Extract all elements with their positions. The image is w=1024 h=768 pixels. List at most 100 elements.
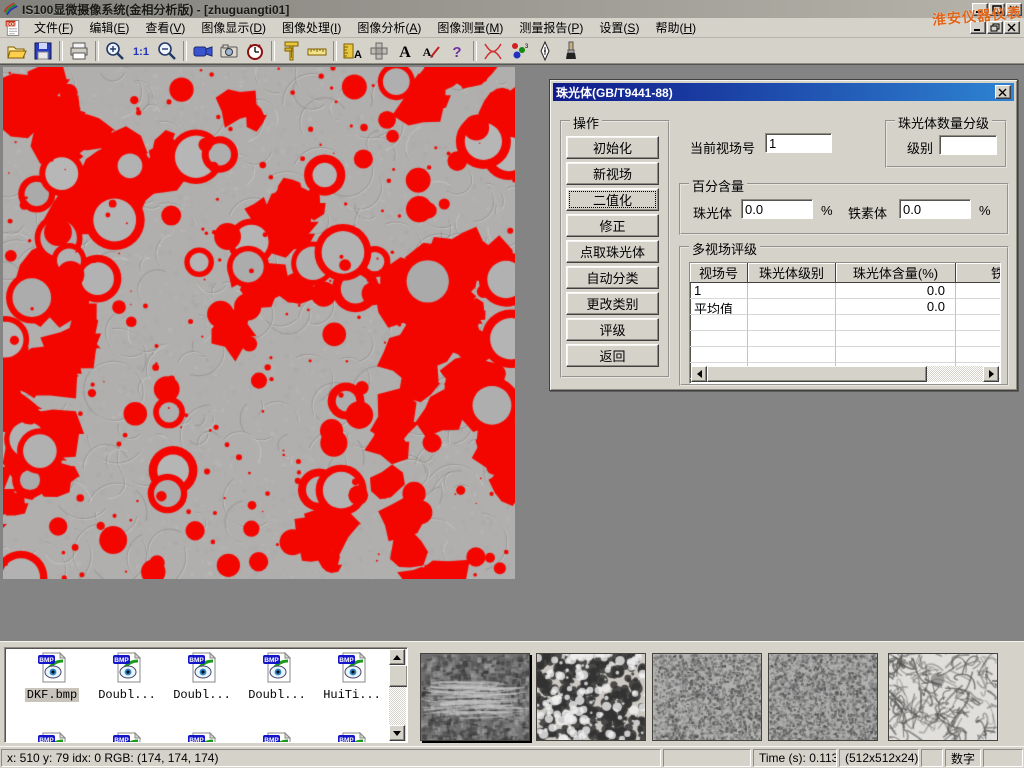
scrollbar-thumb[interactable] (389, 665, 408, 687)
app-icon (2, 1, 18, 17)
op-button-auto-classify[interactable]: 自动分类 (566, 266, 659, 289)
file-item[interactable]: BMP HuiTi... (316, 651, 388, 702)
grid-button[interactable] (366, 39, 392, 63)
menu-item-image-process[interactable]: 图像处理(I) (274, 17, 349, 38)
thumbnail-4[interactable] (768, 653, 878, 741)
open-button[interactable] (4, 39, 30, 63)
menu-item-file[interactable]: 文件(F) (26, 17, 81, 38)
menu-item-image-display[interactable]: 图像显示(D) (193, 17, 274, 38)
op-button-return[interactable]: 返回 (566, 344, 659, 367)
menu-item-settings[interactable]: 设置(S) (591, 17, 647, 38)
grade-input[interactable] (939, 135, 997, 155)
svg-text:BMP: BMP (189, 657, 204, 664)
file-name: Doubl... (171, 688, 233, 702)
menu-item-view[interactable]: 查看(V) (137, 17, 193, 38)
zoom-in-button[interactable] (102, 39, 128, 63)
text-button[interactable]: A (392, 39, 418, 63)
column-header[interactable]: 铁素体 (956, 263, 1001, 283)
table-row[interactable] (690, 331, 1000, 347)
op-button-new-field[interactable]: 新视场 (566, 162, 659, 185)
op-button-pick-pearlite[interactable]: 点取珠光体 (566, 240, 659, 263)
bmp-file-icon: BMP (36, 651, 69, 684)
file-item[interactable]: BMP (91, 731, 163, 743)
op-button-change-category[interactable]: 更改类别 (566, 292, 659, 315)
file-item[interactable]: BMP (241, 731, 313, 743)
caliper-button[interactable] (278, 39, 304, 63)
column-header[interactable]: 视场号 (690, 263, 748, 283)
file-name: Doubl... (96, 688, 158, 702)
photo-camera-button[interactable] (216, 39, 242, 63)
pearlite-percent-input[interactable] (741, 199, 813, 219)
annotate-button[interactable]: A (418, 39, 444, 63)
op-button-rate[interactable]: 评级 (566, 318, 659, 341)
scroll-right-button[interactable] (983, 366, 999, 382)
open-icon (5, 39, 29, 63)
ferrite-percent-input[interactable] (899, 199, 971, 219)
file-item[interactable]: BMP (16, 731, 88, 743)
timer-button[interactable] (242, 39, 268, 63)
scrollbar-thumb[interactable] (707, 366, 927, 382)
scroll-left-button[interactable] (691, 366, 707, 382)
scrollbar-track[interactable] (389, 687, 406, 725)
file-item[interactable]: BMP (166, 731, 238, 743)
bmp-file-icon: BMP (261, 731, 294, 743)
thumbnail-3[interactable] (652, 653, 762, 741)
menu-item-measure-report[interactable]: 测量报告(P) (511, 17, 591, 38)
file-item[interactable]: BMPDoubl... (91, 651, 163, 702)
caliper-icon (279, 39, 303, 63)
table-cell (748, 299, 836, 315)
print-button[interactable] (66, 39, 92, 63)
menu-item-help[interactable]: 帮助(H) (647, 17, 704, 38)
thumbnail-1[interactable] (420, 653, 530, 741)
scroll-up-button[interactable] (389, 649, 405, 665)
file-item[interactable]: BMP (316, 731, 388, 743)
menu-item-image-measure[interactable]: 图像测量(M) (429, 17, 511, 38)
zoom-out-button[interactable] (154, 39, 180, 63)
time-status: Time (s): 0.113 (753, 749, 837, 767)
curve-tool-button[interactable] (480, 39, 506, 63)
table-row[interactable]: 10.0 (690, 283, 1000, 299)
measure-text-button[interactable]: A (340, 39, 366, 63)
table-row[interactable]: 平均值0.0 (690, 299, 1000, 315)
file-item[interactable]: BMPDoubl... (241, 651, 313, 702)
file-item[interactable]: BMPDKF.bmp (16, 651, 88, 702)
file-list-scrollbar[interactable] (389, 649, 406, 741)
svg-text:BMP: BMP (264, 737, 279, 743)
file-name: HuiTi... (321, 688, 383, 702)
save-button[interactable] (30, 39, 56, 63)
bmp-file-icon: BMP (36, 731, 69, 743)
pen-button[interactable] (532, 39, 558, 63)
scrollbar-track[interactable] (927, 366, 983, 382)
help-button[interactable]: ? (444, 39, 470, 63)
video-camera-button[interactable] (190, 39, 216, 63)
brush-button[interactable] (558, 39, 584, 63)
table-row[interactable] (690, 315, 1000, 331)
thumbnail-5[interactable] (888, 653, 998, 741)
op-button-binarize[interactable]: 二值化 (566, 188, 659, 211)
op-button-initialize[interactable]: 初始化 (566, 136, 659, 159)
title-bar: IS100显微摄像系统(金相分析版) - [zhuguangti01] (0, 0, 1024, 18)
count-points-button[interactable]: 3 (506, 39, 532, 63)
pearlite-dialog: 珠光体(GB/T9441-88) 操作 当前视场号 珠光体数量分级 级别 (549, 79, 1018, 391)
op-button-modify[interactable]: 修正 (566, 214, 659, 237)
pen-icon (533, 39, 557, 63)
table-row[interactable] (690, 347, 1000, 363)
metallographic-image[interactable] (3, 67, 515, 579)
column-header[interactable]: 珠光体级别 (748, 263, 836, 283)
menu-item-image-analysis[interactable]: 图像分析(A) (349, 17, 429, 38)
column-header[interactable]: 珠光体含量(%) (836, 263, 956, 283)
multiview-table: 视场号珠光体级别珠光体含量(%)铁素体 10.0平均值0.0 (689, 262, 1001, 384)
table-horizontal-scrollbar[interactable] (691, 366, 999, 382)
dialog-close-button[interactable] (995, 85, 1011, 99)
menu-item-edit[interactable]: 编辑(E) (81, 17, 137, 38)
svg-text:3: 3 (525, 44, 529, 50)
bmp-file-icon: BMP (336, 651, 369, 684)
dialog-title-bar[interactable]: 珠光体(GB/T9441-88) (553, 83, 1014, 101)
current-view-input[interactable] (765, 133, 832, 153)
actual-size-button[interactable]: 1:1 (128, 39, 154, 63)
file-item[interactable]: BMP Doubl... (166, 651, 238, 702)
grid-icon (367, 39, 391, 63)
thumbnail-2[interactable] (536, 653, 646, 741)
scroll-down-button[interactable] (389, 725, 405, 741)
ruler-button[interactable] (304, 39, 330, 63)
